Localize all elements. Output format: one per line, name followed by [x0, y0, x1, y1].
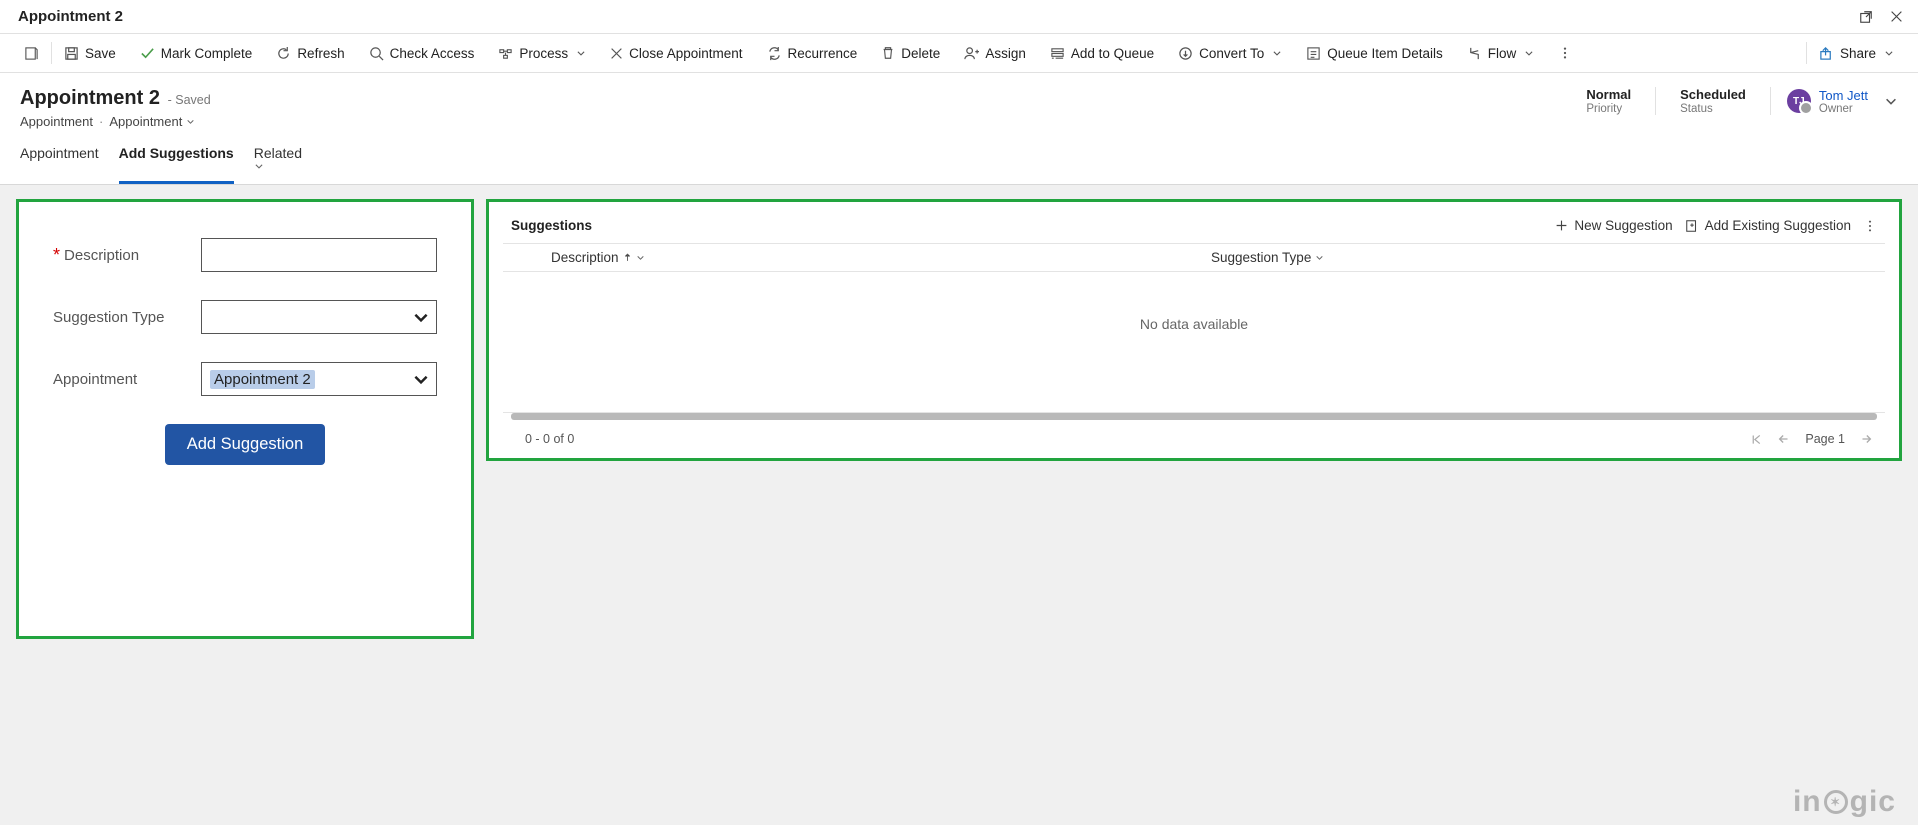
appointment-label: Appointment [53, 371, 137, 388]
suggestion-form-panel: * Description Suggestion Type Appointmen… [16, 199, 474, 639]
save-button[interactable]: Save [52, 33, 128, 73]
form-tabs: Appointment Add Suggestions Related [0, 131, 1918, 185]
add-existing-icon [1685, 219, 1699, 233]
chevron-down-icon [1884, 48, 1894, 58]
convert-to-button[interactable]: Convert To [1166, 33, 1294, 73]
chevron-down-icon [1272, 48, 1282, 58]
window-title: Appointment 2 [18, 8, 123, 25]
pager-next-icon[interactable] [1859, 432, 1873, 446]
check-access-button[interactable]: Check Access [357, 33, 487, 73]
col-suggestion-type[interactable]: Suggestion Type [1211, 250, 1324, 265]
record-header: Appointment 2 - Saved Appointment · Appo… [0, 73, 1918, 131]
suggestions-grid-panel: Suggestions New Suggestion Add Existing … [486, 199, 1902, 461]
close-icon[interactable] [1888, 9, 1904, 25]
recurrence-button[interactable]: Recurrence [755, 33, 870, 73]
flow-button[interactable]: Flow [1455, 33, 1547, 73]
more-vertical-icon [1863, 219, 1877, 233]
pager-first-icon[interactable] [1750, 433, 1763, 446]
chevron-down-icon [412, 308, 430, 326]
chevron-down-icon [412, 370, 430, 388]
grid-more-button[interactable] [1863, 219, 1877, 233]
refresh-button[interactable]: Refresh [264, 33, 356, 73]
chevron-down-icon [186, 117, 195, 126]
grid-record-range: 0 - 0 of 0 [525, 432, 574, 446]
tab-add-suggestions[interactable]: Add Suggestions [119, 137, 234, 184]
owner-avatar[interactable]: TJ [1787, 89, 1811, 113]
owner-link[interactable]: Tom Jett [1819, 88, 1868, 103]
new-suggestion-button[interactable]: New Suggestion [1555, 218, 1672, 233]
close-appointment-button[interactable]: Close Appointment [598, 33, 754, 73]
description-label: Description [64, 247, 139, 264]
more-commands-button[interactable] [1546, 33, 1584, 73]
chevron-down-icon [1315, 253, 1324, 262]
queue-item-details-button[interactable]: Queue Item Details [1294, 33, 1455, 73]
description-input[interactable] [201, 238, 437, 272]
col-description[interactable]: Description [551, 250, 1211, 265]
horizontal-scrollbar[interactable] [511, 413, 1877, 420]
popout-icon[interactable] [1858, 9, 1874, 25]
chevron-down-icon [576, 48, 586, 58]
chevron-down-icon[interactable] [1884, 94, 1898, 108]
assign-button[interactable]: Assign [952, 33, 1038, 73]
add-suggestion-button[interactable]: Add Suggestion [165, 424, 326, 465]
add-existing-suggestion-button[interactable]: Add Existing Suggestion [1685, 218, 1851, 233]
grid-title: Suggestions [511, 218, 592, 233]
content-area: * Description Suggestion Type Appointmen… [0, 185, 1918, 825]
delete-button[interactable]: Delete [869, 33, 952, 73]
sort-asc-icon [623, 252, 632, 263]
appointment-select[interactable]: Appointment 2 [201, 362, 437, 396]
new-record-button[interactable] [12, 33, 51, 73]
add-to-queue-button[interactable]: Add to Queue [1038, 33, 1166, 73]
chevron-down-icon [254, 161, 264, 171]
share-button[interactable]: Share [1807, 33, 1906, 73]
breadcrumb: Appointment · Appointment [20, 114, 211, 129]
suggestion-type-label: Suggestion Type [53, 309, 164, 326]
command-bar: Save Mark Complete Refresh Check Access … [0, 33, 1918, 73]
form-selector[interactable]: Appointment [109, 114, 195, 129]
title-bar: Appointment 2 [0, 0, 1918, 33]
priority-field[interactable]: Normal Priority [1578, 87, 1639, 115]
plus-icon [1555, 219, 1568, 232]
pager-prev-icon[interactable] [1777, 432, 1791, 446]
mark-complete-button[interactable]: Mark Complete [128, 33, 265, 73]
chevron-down-icon [1524, 48, 1534, 58]
grid-column-headers: Description Suggestion Type [503, 243, 1885, 272]
grid-empty-state: No data available [503, 272, 1885, 413]
watermark-logo: in✶gic [1793, 785, 1896, 819]
saved-indicator: - Saved [168, 93, 211, 107]
tab-appointment[interactable]: Appointment [20, 137, 99, 184]
process-button[interactable]: Process [486, 33, 598, 73]
suggestion-type-select[interactable] [201, 300, 437, 334]
record-title: Appointment 2 [20, 87, 160, 109]
tab-related[interactable]: Related [254, 137, 304, 184]
pager-page-label: Page 1 [1805, 432, 1845, 446]
chevron-down-icon [636, 253, 645, 262]
status-field[interactable]: Scheduled Status [1672, 87, 1754, 115]
